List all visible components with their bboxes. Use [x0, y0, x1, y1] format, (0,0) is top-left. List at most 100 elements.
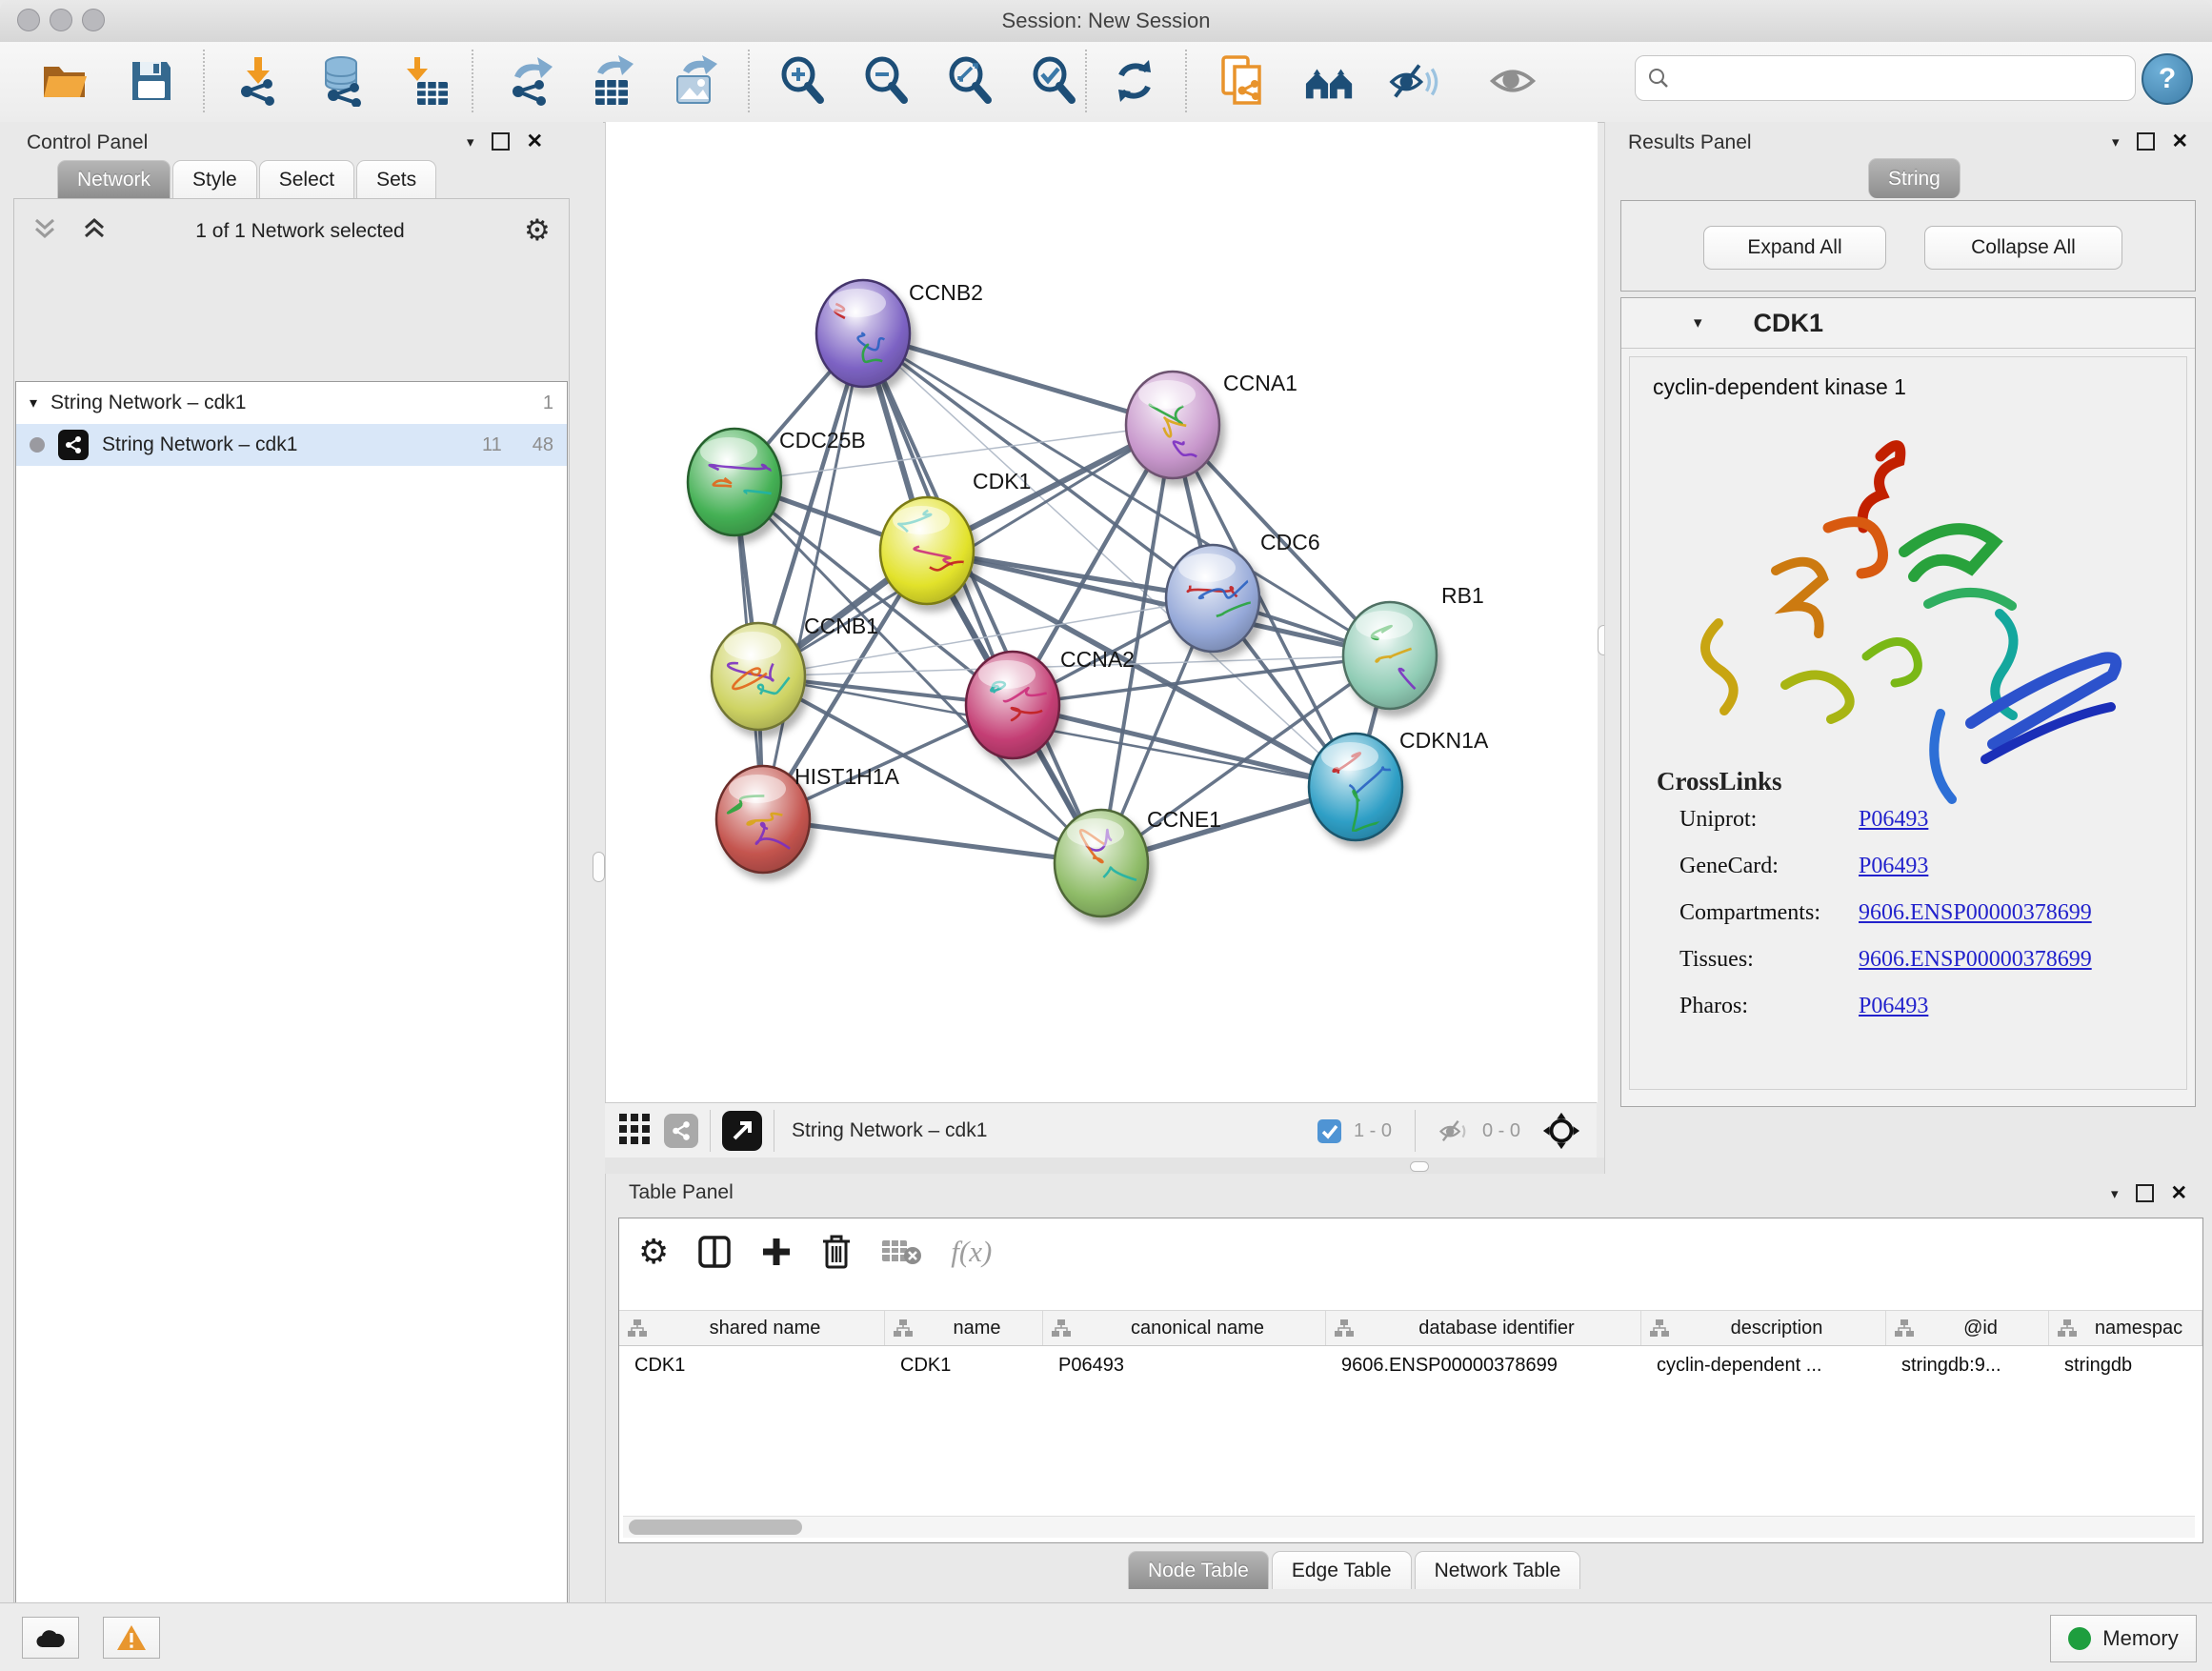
- cell-description[interactable]: cyclin-dependent ...: [1641, 1346, 1886, 1388]
- tree-icon: [2057, 1319, 2078, 1338]
- detach-view-icon[interactable]: [722, 1111, 762, 1151]
- zoom-out-icon[interactable]: [861, 55, 913, 107]
- results-panel-close-icon[interactable]: ✕: [2172, 130, 2189, 153]
- column-header-description[interactable]: description: [1641, 1311, 1886, 1345]
- tab-node-table[interactable]: Node Table: [1128, 1551, 1269, 1589]
- search-input[interactable]: [1678, 67, 2123, 91]
- table-panel-float-icon[interactable]: [2136, 1184, 2154, 1202]
- selected-checkbox-icon[interactable]: [1317, 1118, 1342, 1144]
- search-icon: [1647, 67, 1670, 90]
- node-RB1[interactable]: RB1: [1343, 583, 1484, 709]
- control-panel-float-icon[interactable]: [492, 132, 510, 151]
- help-button[interactable]: ?: [2142, 53, 2193, 105]
- zoom-fit-icon[interactable]: [945, 55, 996, 107]
- column-header-canonical-name[interactable]: canonical name: [1043, 1311, 1326, 1345]
- scrollbar-thumb[interactable]: [629, 1520, 802, 1535]
- splitter-handle[interactable]: [1410, 1161, 1429, 1172]
- show-columns-icon[interactable]: [697, 1235, 732, 1269]
- apply-layout-refresh-icon[interactable]: [1109, 55, 1160, 107]
- export-network-icon[interactable]: [504, 55, 555, 107]
- edge-CCNB2-HIST1H1A[interactable]: [763, 333, 863, 819]
- collapse-all-chevrons-icon[interactable]: [32, 217, 57, 240]
- edge-HIST1H1A-CCNE1[interactable]: [763, 819, 1101, 863]
- column-header-database-identifier[interactable]: database identifier: [1326, 1311, 1641, 1345]
- string-home-icon[interactable]: [1304, 55, 1356, 107]
- import-network-file-icon[interactable]: [232, 55, 284, 107]
- tab-sets[interactable]: Sets: [356, 160, 436, 198]
- column-header-name[interactable]: name: [885, 1311, 1043, 1345]
- node-CCNB2[interactable]: CCNB2: [816, 280, 983, 387]
- collapse-all-button[interactable]: Collapse All: [1924, 226, 2122, 270]
- search-field[interactable]: [1635, 55, 2136, 101]
- crosslink-compartments[interactable]: 9606.ENSP00000378699: [1859, 900, 2092, 926]
- node-HIST1H1A[interactable]: HIST1H1A: [716, 764, 900, 873]
- tab-network[interactable]: Network: [57, 160, 171, 198]
- crosslink-pharos[interactable]: P06493: [1859, 994, 1928, 1019]
- network-panel-gear-icon[interactable]: ⚙: [524, 213, 551, 248]
- table-panel-menu-icon[interactable]: ▾: [2111, 1185, 2119, 1202]
- tab-select[interactable]: Select: [259, 160, 354, 198]
- birds-eye-grid-icon[interactable]: [618, 1113, 651, 1150]
- network-view-canvas[interactable]: CCNB2CCNA1CDC25BCDK1CDC6RB1CCNB1CCNA2CDK…: [605, 122, 1598, 1102]
- cell-name[interactable]: CDK1: [885, 1346, 1043, 1388]
- table-horizontal-scrollbar[interactable]: [623, 1516, 2195, 1538]
- left-splitter-handle[interactable]: [593, 852, 605, 882]
- crosslink-uniprot[interactable]: P06493: [1859, 807, 1928, 833]
- export-image-icon[interactable]: [669, 55, 720, 107]
- edge-CDK1-RB1[interactable]: [927, 551, 1390, 655]
- network-row-selected[interactable]: String Network – cdk1 11 48: [16, 424, 567, 466]
- results-panel-menu-icon[interactable]: ▾: [2112, 133, 2120, 151]
- function-builder-icon[interactable]: f(x): [951, 1235, 992, 1269]
- expand-all-button[interactable]: Expand All: [1703, 226, 1886, 270]
- column-header-shared-name[interactable]: shared name: [619, 1311, 885, 1345]
- results-panel-float-icon[interactable]: [2137, 132, 2155, 151]
- open-session-icon[interactable]: [40, 55, 91, 107]
- tab-style[interactable]: Style: [172, 160, 257, 198]
- cell-database-identifier[interactable]: 9606.ENSP00000378699: [1326, 1346, 1641, 1388]
- import-network-database-icon[interactable]: [316, 55, 368, 107]
- cell-shared-name[interactable]: CDK1: [619, 1346, 885, 1388]
- tab-network-table[interactable]: Network Table: [1415, 1551, 1581, 1589]
- node-CDKN1A[interactable]: CDKN1A: [1309, 728, 1489, 840]
- delete-table-icon[interactable]: [880, 1237, 922, 1267]
- collection-expand-caret[interactable]: ▾: [30, 393, 37, 413]
- share-view-icon[interactable]: [664, 1114, 698, 1148]
- zoom-in-icon[interactable]: [777, 55, 829, 107]
- string-network-graph[interactable]: CCNB2CCNA1CDC25BCDK1CDC6RB1CCNB1CCNA2CDK…: [606, 122, 1598, 1102]
- create-column-plus-icon[interactable]: [760, 1236, 793, 1268]
- control-panel-menu-icon[interactable]: ▾: [467, 133, 474, 151]
- cloud-status-button[interactable]: [22, 1617, 79, 1659]
- export-table-icon[interactable]: [585, 55, 636, 107]
- tab-string[interactable]: String: [1868, 158, 1961, 198]
- clone-network-icon[interactable]: [1218, 55, 1270, 107]
- gene-section-caret[interactable]: ▾: [1694, 313, 1702, 332]
- cell-namespac[interactable]: stringdb: [2049, 1346, 2202, 1388]
- table-row[interactable]: CDK1CDK1P064939606.ENSP00000378699cyclin…: [619, 1346, 2202, 1388]
- column-header-namespac[interactable]: namespac: [2049, 1311, 2202, 1345]
- control-panel-close-icon[interactable]: ✕: [527, 130, 544, 153]
- table-options-gear-icon[interactable]: ⚙: [638, 1232, 669, 1272]
- crosslink-genecard[interactable]: P06493: [1859, 854, 1928, 879]
- eye-slash-icon[interactable]: [1388, 55, 1439, 107]
- save-session-icon[interactable]: [126, 55, 177, 107]
- crosslink-tissues[interactable]: 9606.ENSP00000378699: [1859, 947, 2092, 973]
- memory-button[interactable]: Memory: [2050, 1615, 2197, 1662]
- eye-icon[interactable]: [1487, 55, 1538, 107]
- table-panel-close-icon[interactable]: ✕: [2171, 1181, 2188, 1205]
- cell-id[interactable]: stringdb:9...: [1886, 1346, 2049, 1388]
- navigator-crosshair-icon[interactable]: [1541, 1111, 1581, 1151]
- node-CDK1[interactable]: CDK1: [880, 469, 1031, 604]
- node-CCNE1[interactable]: CCNE1: [1055, 807, 1221, 916]
- network-collection-row[interactable]: ▾ String Network – cdk1 1: [16, 382, 567, 424]
- import-table-icon[interactable]: [402, 55, 453, 107]
- hidden-eye-slash-icon[interactable]: [1438, 1117, 1471, 1144]
- delete-column-trash-icon[interactable]: [821, 1234, 852, 1270]
- edge-CCNB2-RB1[interactable]: [863, 333, 1390, 655]
- node-CCNA1[interactable]: CCNA1: [1126, 371, 1297, 478]
- warning-status-button[interactable]: [103, 1617, 160, 1659]
- cell-canonical-name[interactable]: P06493: [1043, 1346, 1326, 1388]
- tab-edge-table[interactable]: Edge Table: [1272, 1551, 1412, 1589]
- zoom-selected-icon[interactable]: [1029, 55, 1080, 107]
- column-header-id[interactable]: @id: [1886, 1311, 2049, 1345]
- expand-all-chevrons-icon[interactable]: [82, 217, 107, 240]
